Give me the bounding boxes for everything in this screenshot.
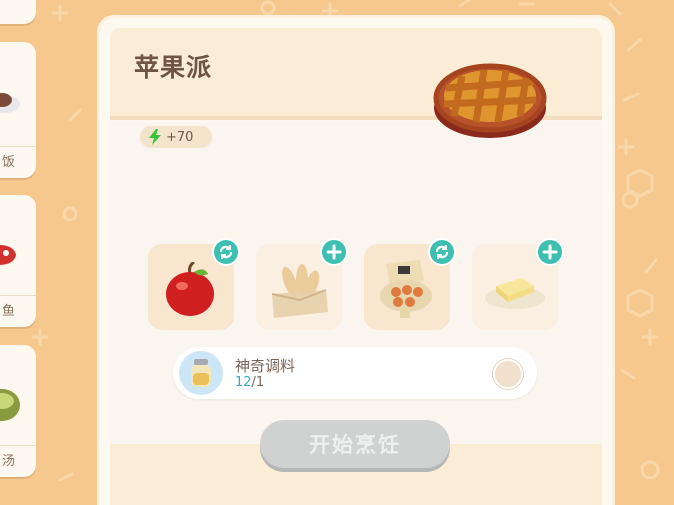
apple-pie-icon [433,63,547,138]
seasoning-row: 神奇调料 12/1 [173,347,537,399]
swap-icon [435,245,449,259]
egg-carton-icon [380,260,432,318]
energy-badge: +70 [140,126,212,148]
sidebar-item-label: 汤 [0,445,36,477]
add-ingredient-button[interactable] [320,238,348,266]
seasoning-current: 12 [235,375,252,390]
plate-icon [0,93,20,113]
ingredient-slot-3[interactable] [364,238,456,330]
energy-value: +70 [166,129,194,145]
swap-icon [219,245,233,259]
seasoning-name: 神奇调料 [235,357,296,375]
swap-ingredient-button[interactable] [212,238,240,266]
add-ingredient-button[interactable] [536,238,564,266]
start-cooking-button[interactable]: 开始烹饪 [260,420,450,468]
sidebar-item-label: 饭 [0,146,36,178]
bread-crate-icon [271,264,328,318]
lightning-icon [149,129,161,145]
sidebar-item-label: 鱼 [0,295,36,327]
add-icon [326,244,342,260]
sidebar-item-1[interactable]: 饭 [0,42,36,178]
ingredient-slot-2[interactable] [256,238,348,330]
swap-ingredient-button[interactable] [428,238,456,266]
recipe-title: 苹果派 [134,53,213,82]
apple-icon [166,262,214,316]
recipe-panel: 苹果派 +70 神奇调料 12/1 开始烹饪 [100,18,612,505]
ingredient-slot-1[interactable] [148,238,240,330]
seasoning-required: /1 [251,375,265,390]
seasoning-toggle[interactable] [493,359,523,389]
seasoning-count: 12/1 [235,375,264,390]
butter-icon [485,278,545,309]
sidebar-item-0[interactable] [0,0,36,24]
add-icon [542,244,558,260]
magic-jar-icon [179,351,223,395]
sidebar-item-2[interactable]: 鱼 [0,195,36,327]
sidebar-item-3[interactable]: 汤 [0,345,36,477]
fish-icon [0,245,16,265]
ingredient-slot-4[interactable] [472,238,564,330]
soup-icon [0,389,20,421]
